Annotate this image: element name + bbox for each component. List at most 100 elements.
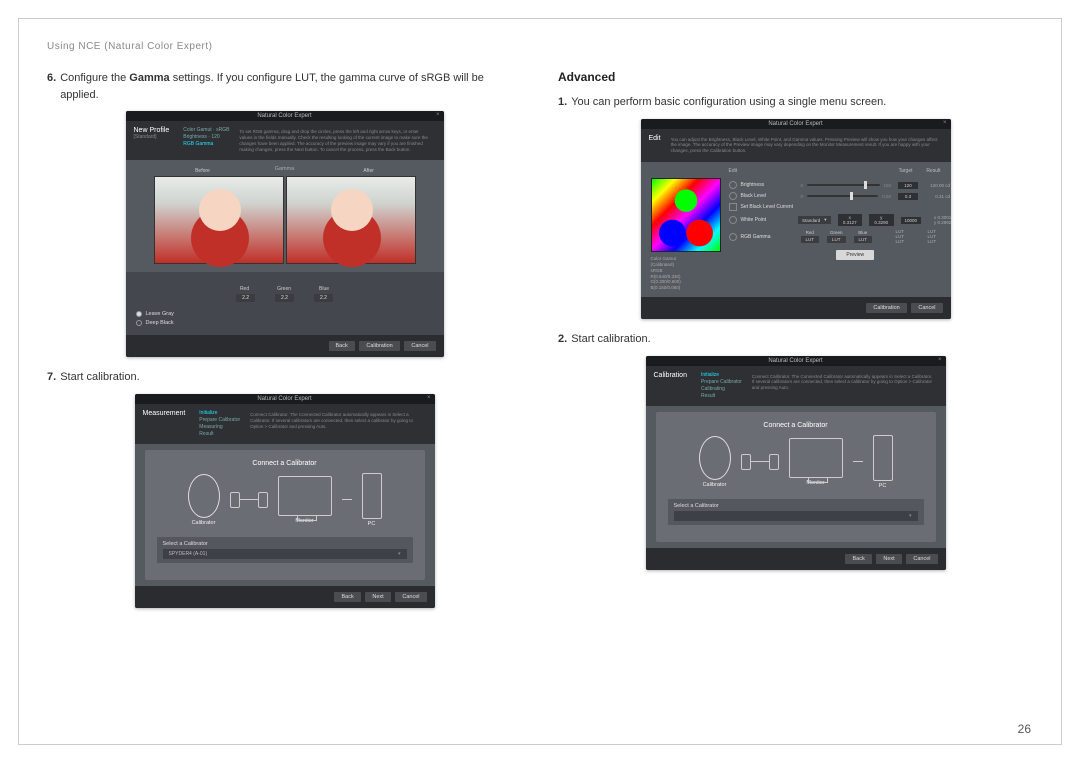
calibrator-icon — [699, 436, 731, 480]
calibration-button[interactable]: Calibration — [866, 303, 906, 313]
white-point-label: White Point — [741, 217, 795, 223]
measurement-panel-title: Measurement — [143, 410, 186, 417]
gamma-desc: To set RGB gamma, drag and drop the circ… — [235, 127, 435, 154]
blc-icon[interactable] — [729, 203, 737, 211]
black-level-target: 0.31 cd — [922, 194, 950, 199]
calibration-button[interactable]: Calibration — [359, 341, 399, 351]
cancel-button[interactable]: Cancel — [404, 341, 435, 351]
preview-after — [286, 176, 416, 264]
opt-leave-gray[interactable]: Leave Gray — [136, 311, 174, 317]
brightness-value[interactable]: 120 — [898, 182, 918, 189]
close-icon[interactable]: × — [943, 120, 947, 126]
calibrator-dropdown[interactable] — [674, 511, 918, 521]
opt-deep-black[interactable]: Deep Black — [136, 320, 174, 326]
monitor-icon — [789, 438, 843, 478]
rgb-label-blue: Blue — [319, 286, 329, 292]
wp-x[interactable]: x 0.3127 — [838, 214, 863, 226]
select-calibrator-label: Select a Calibrator — [674, 503, 918, 509]
edit-screenshot: Natural Color Expert × Edit You can adju… — [641, 119, 951, 320]
adv-step-1-text: You can perform basic configuration usin… — [571, 94, 886, 111]
after-label: After — [363, 168, 374, 174]
brightness-target: 120.00 cd — [922, 183, 950, 188]
opt-deep-black-label: Deep Black — [146, 320, 174, 326]
preview-button[interactable]: Preview — [836, 250, 874, 260]
calibration-screenshot: Natural Color Expert × Calibration Initi… — [646, 356, 946, 570]
edit-panel-title: Edit — [649, 135, 661, 142]
black-level-value[interactable]: 0.3 — [898, 193, 918, 200]
select-calibrator-label: Select a Calibrator — [163, 541, 407, 547]
opt-leave-gray-label: Leave Gray — [146, 311, 174, 317]
black-level-label: Black Level — [741, 193, 797, 199]
rgb-val-blue[interactable]: 2.2 — [314, 294, 333, 302]
brightness-icon — [729, 181, 737, 189]
wizard-step[interactable]: Calibrating — [701, 386, 742, 393]
wizard-step[interactable]: Result — [199, 431, 240, 438]
preview-before — [154, 176, 284, 264]
rgb-label-red: Red — [240, 286, 249, 292]
white-point-dropdown[interactable]: Standard — [798, 216, 831, 224]
next-button[interactable]: Next — [876, 554, 901, 564]
back-button[interactable]: Back — [845, 554, 871, 564]
lut-green-dd[interactable]: LUT — [827, 236, 846, 243]
wizard-step-active[interactable]: Initialize — [701, 372, 742, 379]
close-icon[interactable]: × — [436, 112, 440, 118]
next-button[interactable]: Next — [365, 592, 390, 602]
close-icon[interactable]: × — [427, 395, 431, 401]
brightness-min: 0 — [801, 183, 804, 188]
gamma-screenshot: Natural Color Expert × New Profile [Stan… — [126, 111, 444, 357]
wizard-step-active[interactable]: RGB Gamma — [183, 141, 229, 148]
calibrator-label: Calibrator — [703, 482, 727, 488]
black-min: 0 — [801, 194, 804, 199]
gamma-tab: Gamma — [136, 166, 434, 172]
back-button[interactable]: Back — [334, 592, 360, 602]
wizard-step[interactable]: Prepare Calibrator — [701, 379, 742, 386]
back-button[interactable]: Back — [329, 341, 355, 351]
calibration-window-title: Natural Color Expert — [768, 358, 822, 364]
cancel-button[interactable]: Cancel — [395, 592, 426, 602]
brightness-max: 150 — [884, 183, 892, 188]
lut-red-label: Red — [801, 230, 820, 235]
step-7-text: Start calibration. — [60, 369, 139, 386]
wizard-step[interactable]: Measuring — [199, 424, 240, 431]
wizard-step[interactable]: Prepare Calibrator — [199, 417, 240, 424]
rgb-val-green[interactable]: 2.2 — [275, 294, 294, 302]
wizard-step-active[interactable]: Initialize — [199, 410, 240, 417]
lut-target: LUT LUT LUT — [876, 229, 904, 244]
stage-title: Connect a Calibrator — [157, 460, 413, 467]
pc-icon — [873, 435, 893, 481]
measurement-screenshot: Natural Color Expert × Measurement Initi… — [135, 394, 435, 608]
lut-result: LUT LUT LUT — [908, 229, 936, 244]
lut-red-dd[interactable]: LUT — [801, 236, 820, 243]
calibrator-dropdown-value: SPYDER4 (A-01) — [169, 551, 208, 557]
calibrator-dropdown[interactable]: SPYDER4 (A-01) — [163, 549, 407, 559]
page-header: Using NCE (Natural Color Expert) — [47, 41, 1033, 52]
wizard-step[interactable]: Brightness · 120 — [183, 134, 229, 141]
wizard-step[interactable]: Color Gamut · sRGB — [183, 127, 229, 134]
black-max: 0.50 — [882, 194, 891, 199]
lut-blue-dd[interactable]: LUT — [854, 236, 873, 243]
pc-label: PC — [879, 483, 887, 489]
rgb-gamma-label: RGB Gamma — [741, 234, 797, 240]
wp-speed[interactable]: 10000 — [901, 217, 921, 224]
calibration-desc: Connect Calibrator. The Connected Calibr… — [748, 372, 938, 400]
wizard-step[interactable]: Result — [701, 393, 742, 400]
pc-label: PC — [368, 521, 376, 527]
wp-y[interactable]: y 0.3290 — [869, 214, 894, 226]
step-7-num: 7. — [47, 369, 56, 386]
rgb-gamma-icon — [729, 233, 737, 241]
rgb-val-red[interactable]: 2.2 — [236, 294, 255, 302]
adv-step-1-num: 1. — [558, 94, 567, 111]
pc-icon — [362, 473, 382, 519]
step-6: 6. Configure the Gamma settings. If you … — [47, 70, 522, 103]
black-level-slider[interactable] — [807, 195, 878, 197]
rgb-label-green: Green — [277, 286, 291, 292]
edit-window-title: Natural Color Expert — [768, 121, 822, 127]
measurement-window-title: Natural Color Expert — [257, 396, 311, 402]
cancel-button[interactable]: Cancel — [906, 554, 937, 564]
cancel-button[interactable]: Cancel — [911, 303, 942, 313]
gamma-panel-sub: [Standard] — [134, 134, 170, 140]
brightness-slider[interactable] — [807, 184, 880, 186]
adv-step-2-text: Start calibration. — [571, 331, 650, 348]
close-icon[interactable]: × — [938, 357, 942, 363]
advanced-heading: Advanced — [558, 70, 1033, 84]
